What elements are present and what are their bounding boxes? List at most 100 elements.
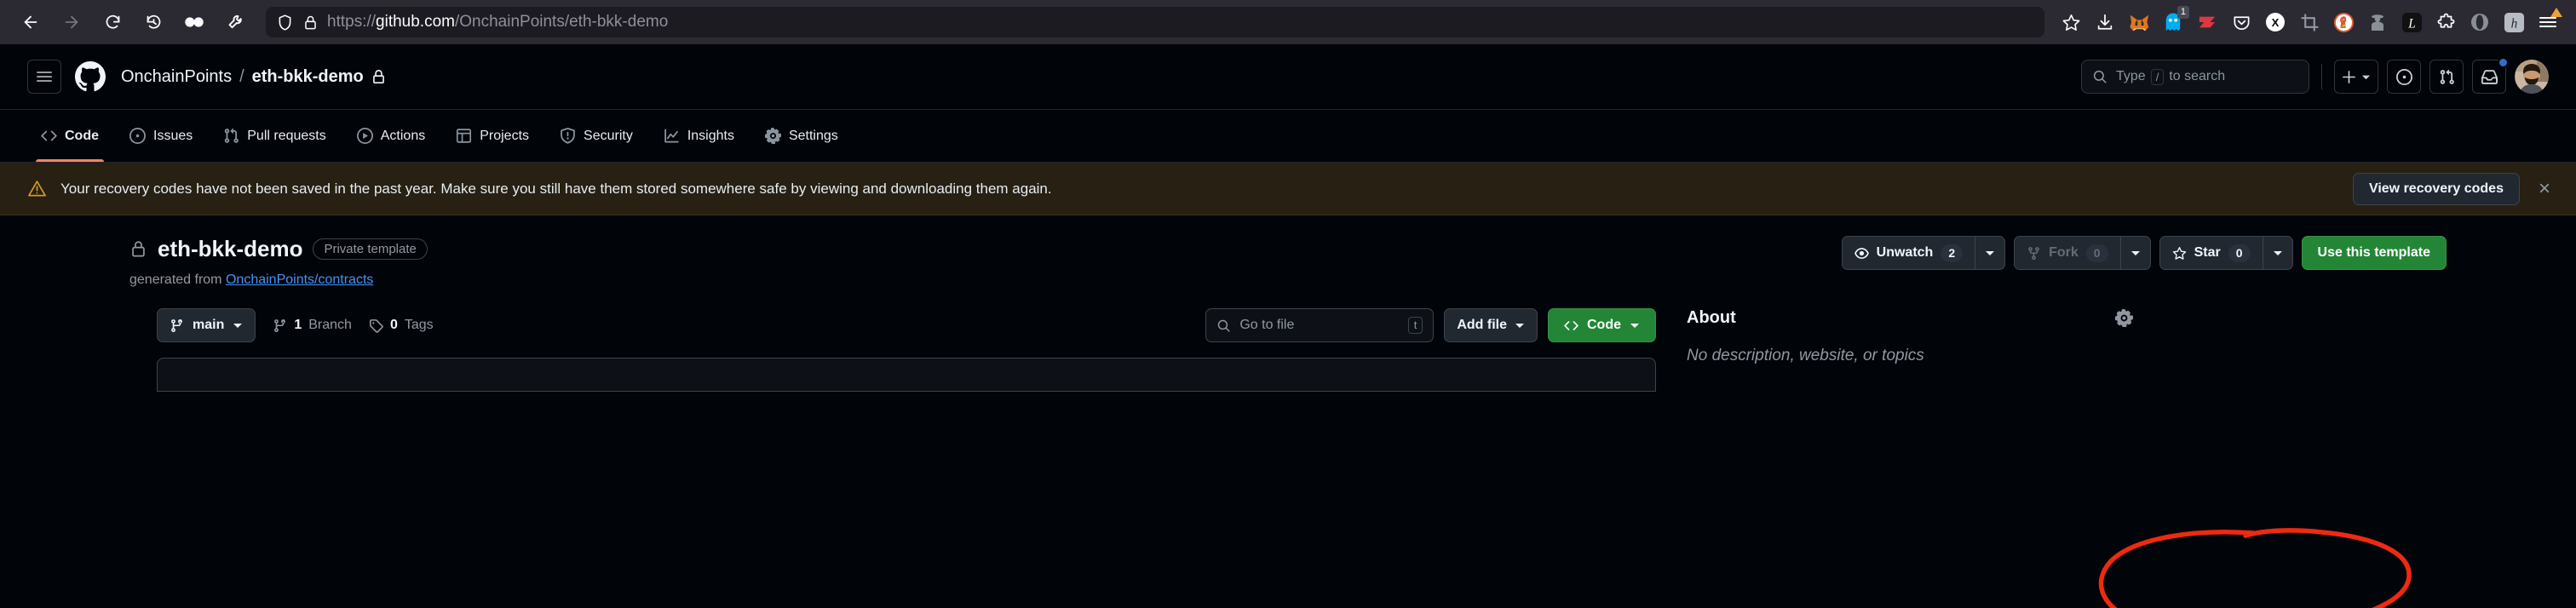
expressvpn-extension-icon[interactable] xyxy=(2191,7,2223,37)
ghostery-extension-icon[interactable]: 1 xyxy=(2157,6,2189,37)
url-bar[interactable]: https://github.com/OnchainPoints/eth-bkk… xyxy=(266,7,2044,37)
branches-link[interactable]: 1 Branch xyxy=(273,318,352,333)
view-recovery-codes-button[interactable]: View recovery codes xyxy=(2352,172,2520,205)
code-icon xyxy=(1564,320,1578,330)
breadcrumb-repo[interactable]: eth-bkk-demo xyxy=(252,67,364,87)
create-new-button[interactable] xyxy=(2334,60,2378,94)
star-button-group: Star 0 xyxy=(2159,236,2293,270)
bookmark-star-icon[interactable] xyxy=(2055,7,2087,37)
fork-dropdown-button[interactable] xyxy=(2119,236,2151,270)
crop-extension-icon[interactable] xyxy=(2293,7,2326,37)
search-slash-key: / xyxy=(2150,68,2165,85)
page-title: eth-bkk-demo xyxy=(158,236,303,261)
x-extension-icon[interactable]: X xyxy=(2259,7,2291,37)
chevron-down-icon xyxy=(2273,251,2282,255)
branch-word: Branch xyxy=(308,318,352,332)
chevron-down-icon xyxy=(1630,324,1639,328)
github-logo-icon[interactable] xyxy=(75,61,106,92)
search-placeholder-suffix: to search xyxy=(2169,69,2226,83)
header-divider xyxy=(2321,64,2322,89)
file-browser-column: main 1 Branch 0 Tags Go to file t Add fi… xyxy=(55,308,1656,392)
banner-actions: View recovery codes × xyxy=(2352,172,2556,205)
play-icon xyxy=(356,128,373,144)
search-placeholder: Type / to search xyxy=(2116,68,2226,85)
recovery-codes-banner: Your recovery codes have not been saved … xyxy=(0,163,2576,215)
unwatch-label: Unwatch xyxy=(1876,245,1934,260)
file-toolbar-right: Go to file t Add file Code xyxy=(1205,308,1656,342)
history-icon[interactable] xyxy=(135,7,172,37)
tab-issues[interactable]: Issues xyxy=(116,110,206,162)
reload-button[interactable] xyxy=(94,7,131,37)
svg-text:h: h xyxy=(2510,16,2517,31)
eye-icon xyxy=(1854,247,1869,259)
close-icon[interactable]: × xyxy=(2533,178,2556,199)
tag-word: Tags xyxy=(404,318,434,332)
star-icon xyxy=(2172,246,2186,260)
duckduckgo-extension-icon[interactable] xyxy=(2327,7,2360,37)
pocket-extension-icon[interactable] xyxy=(2225,7,2257,37)
branch-selector-button[interactable]: main xyxy=(157,308,256,342)
forward-button[interactable] xyxy=(53,7,90,37)
fork-label: Fork xyxy=(2049,245,2079,260)
tab-projects[interactable]: Projects xyxy=(442,110,543,162)
repository-breadcrumb: OnchainPoints / eth-bkk-demo xyxy=(121,67,386,87)
issue-opened-icon xyxy=(129,128,146,144)
hypothesis-extension-icon[interactable]: h xyxy=(2498,7,2530,37)
global-nav-menu-button[interactable] xyxy=(27,60,61,94)
add-file-button[interactable]: Add file xyxy=(1444,308,1538,342)
gear-icon[interactable] xyxy=(2115,309,2133,327)
watch-button-group: Unwatch 2 xyxy=(1841,236,2006,270)
app-menu-icon[interactable] xyxy=(2532,7,2564,37)
downloads-icon[interactable] xyxy=(2089,7,2121,37)
star-dropdown-button[interactable] xyxy=(2262,236,2293,270)
browser-extension-tray: 1 X L h xyxy=(2055,6,2564,37)
tab-label: Projects xyxy=(480,128,530,143)
repository-identity: eth-bkk-demo Private template generated … xyxy=(27,236,428,288)
gear-icon xyxy=(764,128,781,144)
avatar[interactable] xyxy=(2515,60,2549,94)
repository-title-row: eth-bkk-demo Private template generated … xyxy=(27,215,2549,288)
code-dropdown-button[interactable]: Code xyxy=(1548,308,1656,342)
notifications-inbox-button[interactable] xyxy=(2472,57,2509,94)
table-icon xyxy=(456,128,472,144)
use-this-template-button[interactable]: Use this template xyxy=(2301,236,2447,270)
generated-from-link[interactable]: OnchainPoints/contracts xyxy=(226,272,373,287)
tab-pull-requests[interactable]: Pull requests xyxy=(210,110,340,162)
add-file-label: Add file xyxy=(1457,318,1507,332)
fork-count: 0 xyxy=(2085,244,2108,262)
svg-text:L: L xyxy=(2407,16,2416,31)
puzzle-extensions-icon[interactable] xyxy=(2429,7,2462,37)
your-pull-requests-button[interactable] xyxy=(2429,60,2464,94)
your-issues-button[interactable] xyxy=(2387,60,2421,94)
tag-icon xyxy=(370,318,383,333)
metamask-extension-icon[interactable] xyxy=(2123,7,2155,37)
privacy-agent-extension-icon[interactable] xyxy=(2361,7,2394,37)
tab-code[interactable]: Code xyxy=(27,110,112,162)
watch-dropdown-button[interactable] xyxy=(1975,236,2006,270)
go-to-file-shortcut-key: t xyxy=(1407,317,1423,334)
search-input[interactable]: Type / to search xyxy=(2081,60,2309,94)
search-icon xyxy=(1216,318,1231,333)
tags-link[interactable]: 0 Tags xyxy=(369,318,434,333)
breadcrumb-separator: / xyxy=(239,66,244,86)
go-to-file-input[interactable]: Go to file t xyxy=(1205,308,1435,342)
tab-settings[interactable]: Settings xyxy=(751,110,852,162)
fork-button[interactable]: Fork 0 xyxy=(2014,236,2120,270)
tab-insights[interactable]: Insights xyxy=(650,110,748,162)
infinity-icon[interactable] xyxy=(175,7,213,37)
tab-label: Actions xyxy=(380,128,426,143)
back-button[interactable] xyxy=(12,7,49,37)
unwatch-button[interactable]: Unwatch 2 xyxy=(1841,236,1975,270)
breadcrumb-owner[interactable]: OnchainPoints xyxy=(121,67,232,87)
opera-extension-icon[interactable] xyxy=(2464,7,2496,37)
wrench-icon[interactable] xyxy=(216,7,254,37)
tab-label: Insights xyxy=(687,128,734,143)
chevron-down-icon xyxy=(1515,324,1524,328)
grammar-extension-icon[interactable]: L xyxy=(2395,7,2428,37)
generated-from-prefix: generated from xyxy=(129,272,222,287)
tab-security[interactable]: Security xyxy=(546,110,647,162)
repository-nav: Code Issues Pull requests Actions Projec… xyxy=(0,110,2576,163)
chevron-down-icon xyxy=(233,324,243,328)
star-button[interactable]: Star 0 xyxy=(2159,236,2263,270)
tab-actions[interactable]: Actions xyxy=(343,110,439,162)
